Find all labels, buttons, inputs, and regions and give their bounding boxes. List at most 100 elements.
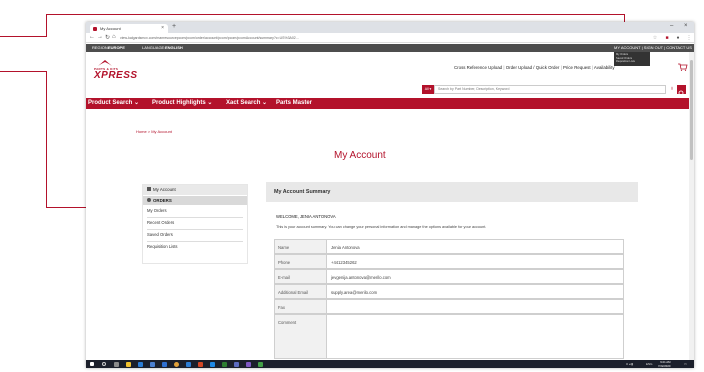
site-header: PARTS & KITS XPRESS Cross Reference Uplo…	[86, 52, 694, 97]
outlook-icon[interactable]	[138, 361, 143, 367]
app-icon[interactable]	[258, 361, 263, 367]
region-selector[interactable]: EUROPE	[108, 44, 125, 52]
tab-title: My Account	[100, 26, 121, 31]
sidebar-item-my-orders[interactable]: My Orders	[147, 208, 167, 213]
browser-tab-bar: My Account × + – ×	[86, 22, 694, 33]
taskbar-clock[interactable]: 9:21 AM 7/22/2020	[658, 360, 670, 368]
sidebar-orders-section[interactable]: ORDERS	[143, 196, 247, 205]
browser-menu-icon[interactable]: ⋮	[686, 35, 692, 41]
app-icon[interactable]	[186, 361, 191, 367]
forward-arrow-icon[interactable]: →	[97, 34, 103, 40]
browser-address-bar: ← → ↻ ⌂ view-kalgardsmcx.com/manresource…	[86, 33, 694, 43]
info-value: jevgenija.antonova@merilo.com	[331, 275, 391, 280]
info-label: Additional Email	[275, 285, 327, 298]
chevron-down-icon: ⌄	[134, 100, 140, 106]
bookmark-star-icon[interactable]: ☆	[652, 35, 658, 41]
availability-link[interactable]: Availability	[594, 65, 615, 70]
home-icon[interactable]: ⌂	[112, 34, 116, 40]
info-label: Name	[275, 240, 327, 253]
account-menu-item[interactable]: Requisition Lists	[616, 60, 648, 64]
minus-circle-icon	[147, 198, 151, 202]
window-minimize-button[interactable]: –	[670, 23, 673, 29]
input-language[interactable]: ENG	[646, 362, 653, 366]
nav-product-search[interactable]: Product Search ⌄	[88, 98, 139, 109]
app-icon[interactable]	[162, 361, 167, 367]
microphone-icon[interactable]: ♁	[668, 85, 676, 94]
callout-line-left-riser	[46, 71, 47, 207]
site-logo[interactable]: XPRESS	[94, 70, 138, 81]
site-favicon-icon	[93, 26, 97, 31]
browser-tab[interactable]: My Account ×	[90, 24, 168, 33]
notification-icon[interactable]: ▭	[684, 362, 687, 366]
account-links[interactable]: MY ACCOUNT | SIGN OUT | CONTACT US	[614, 44, 692, 52]
windows-start-icon[interactable]	[90, 362, 94, 366]
breadcrumb[interactable]: Home > My Account	[136, 129, 172, 134]
logo-bird-icon	[98, 60, 112, 66]
scrollbar-thumb[interactable]	[690, 60, 693, 160]
chevron-down-icon: ⌄	[207, 100, 213, 106]
search-button[interactable]	[677, 85, 686, 97]
info-row-fax: Fax	[274, 299, 624, 314]
url-field[interactable]: view-kalgardsmcx.com/manresourcepcom/pco…	[120, 35, 640, 41]
main-navigation: Product Search ⌄ Product Highlights ⌄ Xa…	[86, 98, 694, 109]
nav-product-search-label: Product Search	[88, 100, 133, 106]
teams-icon[interactable]	[234, 361, 239, 367]
new-tab-button[interactable]: +	[172, 23, 176, 30]
search-input[interactable]: Search by Part Number, Description, Keyw…	[434, 85, 666, 94]
info-value: Jenia Antonova	[331, 245, 360, 250]
page-scrollbar[interactable]	[689, 52, 694, 360]
region-label: REGION:	[92, 45, 109, 50]
search-category-dropdown[interactable]: All ▾	[422, 85, 434, 94]
welcome-message: WELCOME, JENIA ANTONOVA	[276, 214, 336, 219]
cart-icon[interactable]	[678, 63, 688, 71]
sidebar-item-saved-orders[interactable]: Saved Orders	[147, 232, 173, 237]
tab-close-icon[interactable]: ×	[161, 24, 164, 33]
language-selector[interactable]: ENGLISH	[165, 44, 183, 52]
sidebar-divider	[147, 241, 243, 242]
folder-icon	[147, 187, 151, 191]
cross-reference-upload-link[interactable]: Cross Reference Upload	[454, 65, 502, 70]
nav-product-highlights[interactable]: Product Highlights ⌄	[152, 98, 212, 109]
windows-taskbar: ᐱ ◂ ▮ ENG 9:21 AM 7/22/2020 ▭	[86, 360, 694, 368]
chevron-down-icon: ⌄	[262, 100, 268, 106]
edge-icon[interactable]	[210, 361, 215, 367]
sidebar-divider	[147, 229, 243, 230]
account-summary-heading: My Account Summary	[266, 182, 638, 202]
sidebar-heading[interactable]: My Account	[143, 185, 247, 195]
search-bar: All ▾ Search by Part Number, Description…	[422, 85, 686, 97]
info-label: E-mail	[275, 270, 327, 283]
browser-window: My Account × + – × ← → ↻ ⌂ view-kalgards…	[86, 22, 694, 368]
powerpoint-icon[interactable]	[198, 361, 203, 367]
search-icon	[678, 90, 685, 97]
reload-icon[interactable]: ↻	[105, 34, 110, 41]
sidebar-item-recent-orders[interactable]: Recent Orders	[147, 220, 174, 225]
nav-xact-search-label: Xact Search	[226, 100, 261, 106]
price-request-link[interactable]: Price Request	[563, 65, 591, 70]
language-label: LANGUAGE:	[142, 45, 166, 50]
order-upload-link[interactable]: Order Upload / Quick Order	[506, 65, 560, 70]
sidebar-item-requisition-lists[interactable]: Requisition Lists	[147, 244, 178, 249]
chrome-icon[interactable]	[174, 361, 179, 367]
info-row-phone: Phone +4412345262	[274, 254, 624, 269]
app-icon[interactable]	[150, 361, 155, 367]
callout-line-top-span	[46, 14, 625, 15]
sidebar-orders-label: ORDERS	[153, 198, 172, 203]
system-tray-icons[interactable]: ᐱ ◂ ▮	[626, 362, 633, 366]
nav-product-highlights-label: Product Highlights	[152, 100, 206, 106]
app-icon[interactable]	[246, 361, 251, 367]
search-icon[interactable]	[102, 362, 106, 366]
file-explorer-icon[interactable]	[126, 361, 131, 367]
back-arrow-icon[interactable]: ←	[89, 34, 95, 40]
task-view-icon[interactable]	[114, 361, 119, 367]
summary-description: This is your account summary. You can ch…	[276, 225, 487, 229]
excel-icon[interactable]	[222, 361, 227, 367]
info-row-comment: Comment	[274, 314, 624, 359]
nav-xact-search[interactable]: Xact Search ⌄	[226, 98, 267, 109]
window-close-button[interactable]: ×	[684, 23, 688, 29]
sidebar-heading-label: My Account	[153, 187, 176, 192]
info-row-additional-email: Additional Email supply.area@merilo.com	[274, 284, 624, 299]
nav-parts-master[interactable]: Parts Master	[276, 98, 312, 109]
callout-line-left-horizontal	[0, 71, 46, 72]
extension-icon[interactable]: ■	[664, 35, 670, 41]
profile-icon[interactable]: ●	[675, 35, 681, 41]
